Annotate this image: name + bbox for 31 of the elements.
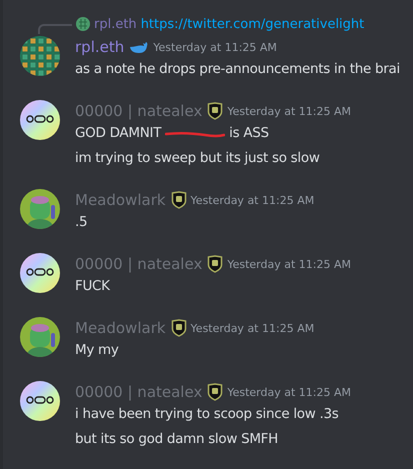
- link[interactable]: https://twitter.com/generativelight: [140, 16, 364, 32]
- message-text: i have been trying to scoop since low .3s: [75, 406, 338, 422]
- message-text: .5: [75, 214, 88, 230]
- message-text: FUCK: [75, 278, 110, 294]
- timestamp: Yesterday at 11:25 AM: [190, 194, 314, 206]
- author-name[interactable]: Meadowlark: [75, 191, 166, 209]
- timestamp: Yesterday at 11:25 AM: [153, 40, 277, 54]
- message-text: but its so god damn slow SMFH: [75, 431, 278, 447]
- message-text: im trying to sweep but its just so slow: [75, 150, 320, 166]
- author-name[interactable]: 00000 | natealex: [75, 102, 202, 120]
- message-text: My my: [75, 342, 119, 358]
- timestamp: Yesterday at 11:25 AM: [190, 322, 314, 334]
- shield-icon: [207, 102, 224, 120]
- whale-icon: [129, 40, 150, 54]
- shield-icon: [170, 319, 187, 337]
- message-text: as a note he drops pre-announcements in the brai: [75, 61, 400, 77]
- message-text: GOD DAMNIT: [75, 125, 162, 141]
- scribble-drawing: [165, 131, 226, 139]
- author-name[interactable]: 00000 | natealex: [75, 383, 202, 401]
- timestamp: Yesterday at 11:25 AM: [227, 104, 351, 118]
- author-name[interactable]: rpl.eth: [75, 38, 124, 56]
- author-name[interactable]: 00000 | natealex: [75, 255, 202, 273]
- timestamp: Yesterday at 11:25 AM: [227, 258, 351, 270]
- message-text: is ASS: [229, 125, 269, 141]
- timestamp: Yesterday at 11:25 AM: [227, 386, 351, 398]
- shield-icon: [207, 383, 224, 401]
- author-name[interactable]: Meadowlark: [75, 319, 166, 337]
- shield-icon: [207, 255, 224, 273]
- reply-author[interactable]: rpl.eth: [94, 16, 137, 32]
- shield-icon: [170, 191, 187, 209]
- reply-connector: [38, 24, 72, 34]
